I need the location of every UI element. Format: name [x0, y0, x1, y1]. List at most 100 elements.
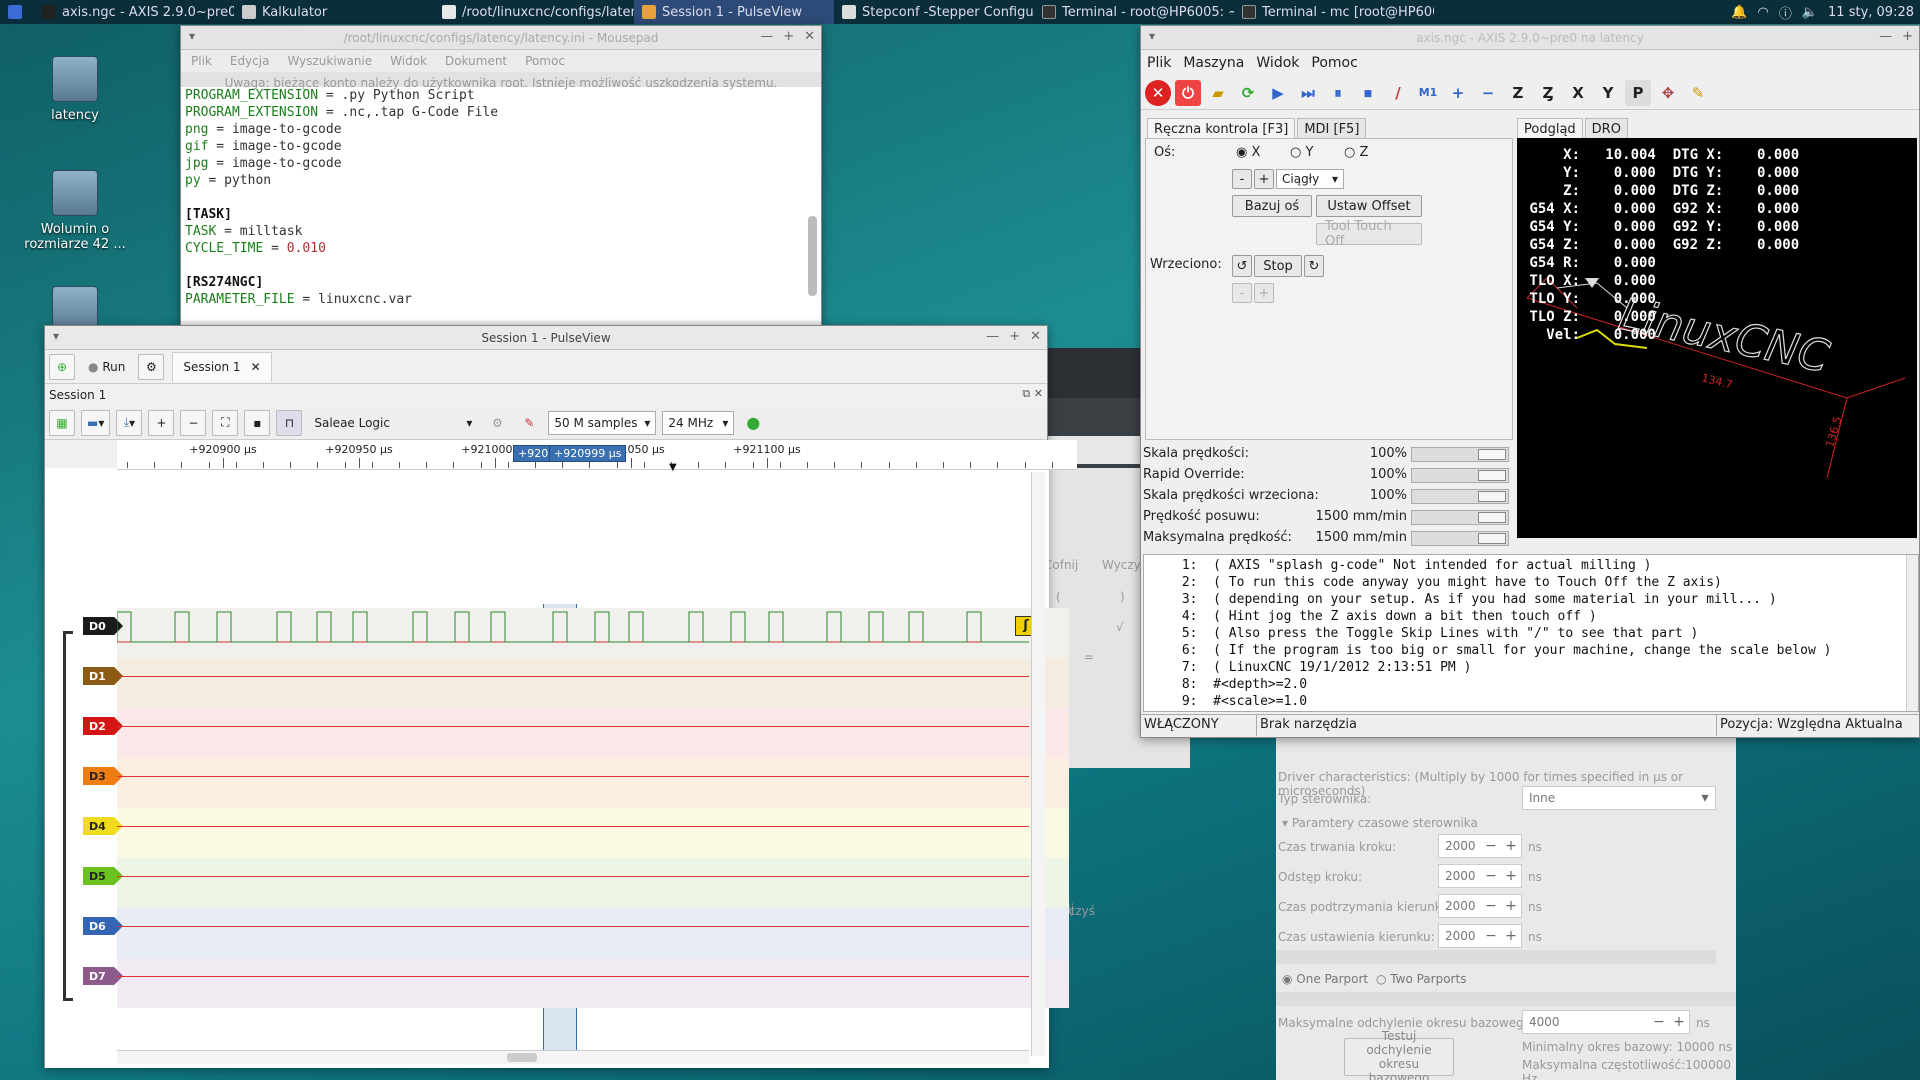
- wifi-icon[interactable]: ◠: [1757, 5, 1768, 20]
- taskbar-item-axis[interactable]: axis.ngc - AXIS 2.9.0~pre0 na...: [34, 0, 234, 24]
- volume-icon[interactable]: 🔈: [1802, 5, 1818, 20]
- test-jitter-button[interactable]: Testuj odchylenie okresu bazowego: [1344, 1029, 1454, 1080]
- taskbar-item-terminal1[interactable]: Terminal - root@HP6005: ~: [1034, 0, 1234, 24]
- spindle-faster-button[interactable]: +: [1254, 283, 1274, 303]
- taskbar-item-calculator[interactable]: Kalkulator: [234, 0, 434, 24]
- close-icon[interactable]: ✕: [804, 29, 815, 44]
- calc-button-close-paren[interactable]: ): [1120, 590, 1125, 604]
- menu-file[interactable]: Plik: [1147, 55, 1171, 71]
- stepper-buttons[interactable]: − +: [1649, 1011, 1689, 1033]
- pause-icon[interactable]: ⏸: [1325, 80, 1351, 106]
- window-menu-icon[interactable]: ▾: [53, 329, 59, 343]
- timing-header[interactable]: ▾ Paramtery czasowe sterownika: [1282, 816, 1478, 830]
- decoder-button[interactable]: ⬤: [740, 410, 766, 436]
- rotate-icon[interactable]: ✥: [1655, 80, 1681, 106]
- tab-mdi[interactable]: MDI [F5]: [1297, 118, 1367, 140]
- maximize-icon[interactable]: +: [783, 29, 794, 44]
- maximize-icon[interactable]: +: [1009, 329, 1020, 344]
- open-file-icon[interactable]: ▰: [1205, 80, 1231, 106]
- set-offset-button[interactable]: Ustaw Offset: [1316, 195, 1422, 217]
- horizontal-scrollbar[interactable]: [117, 1050, 1029, 1064]
- channel-row[interactable]: [117, 908, 1069, 958]
- channel-row[interactable]: [117, 958, 1069, 1008]
- override-slider[interactable]: [1411, 510, 1509, 525]
- probes-button[interactable]: ✎: [516, 410, 542, 436]
- new-session-button[interactable]: ⊕: [49, 353, 75, 380]
- minimize-icon[interactable]: —: [986, 329, 999, 344]
- window-menu-icon[interactable]: ▾: [1149, 29, 1155, 43]
- stepper-buttons[interactable]: − +: [1481, 835, 1521, 857]
- view-x-icon[interactable]: X: [1565, 80, 1591, 106]
- override-slider[interactable]: [1411, 489, 1509, 504]
- skip-lines-icon[interactable]: /: [1385, 80, 1411, 106]
- view-z2-icon[interactable]: Ȥ: [1535, 80, 1561, 106]
- stepper-buttons[interactable]: − +: [1481, 865, 1521, 887]
- channel-row[interactable]: [117, 658, 1069, 708]
- jog-plus-button[interactable]: +: [1254, 169, 1274, 189]
- channel-row[interactable]: [117, 808, 1069, 858]
- two-parports-radio[interactable]: ○ Two Parports: [1376, 972, 1466, 986]
- one-parport-radio[interactable]: ◉ One Parport: [1282, 972, 1368, 986]
- override-slider[interactable]: [1411, 468, 1509, 483]
- menu-view[interactable]: Widok: [390, 54, 427, 68]
- jog-mode-select[interactable]: Ciągły ▾: [1276, 169, 1344, 189]
- close-icon[interactable]: ✕: [1030, 329, 1041, 344]
- taskbar-item-terminal2[interactable]: Terminal - mc [root@HP6005...: [1234, 0, 1434, 24]
- override-slider[interactable]: [1411, 531, 1509, 546]
- maximize-icon[interactable]: +: [1902, 29, 1913, 44]
- clear-plot-icon[interactable]: ✎: [1685, 80, 1711, 106]
- tab-preview[interactable]: Podgląd: [1517, 118, 1583, 140]
- run-button[interactable]: ● Run: [83, 354, 130, 380]
- menu-machine[interactable]: Maszyna: [1183, 55, 1244, 71]
- view-y-icon[interactable]: Y: [1595, 80, 1621, 106]
- spindle-stop-button[interactable]: Stop: [1254, 255, 1302, 277]
- override-slider[interactable]: [1411, 447, 1509, 462]
- spindle-cw-button[interactable]: ↻: [1304, 255, 1324, 277]
- session-tab[interactable]: Session 1 ✕: [172, 351, 272, 382]
- stepper-buttons[interactable]: − +: [1481, 925, 1521, 947]
- cursor-toggle-button[interactable]: ⊓: [276, 409, 303, 436]
- view-z-icon[interactable]: Z: [1505, 80, 1531, 106]
- jitter-input[interactable]: 4000 − +: [1522, 1010, 1690, 1034]
- reload-icon[interactable]: ⟳: [1235, 80, 1261, 106]
- channel-row[interactable]: [117, 708, 1069, 758]
- menu-search[interactable]: Wyszukiwanie: [287, 54, 372, 68]
- calc-button-undo[interactable]: Cofnij: [1044, 558, 1078, 572]
- gcode-line[interactable]: 4: ( Hint jog the Z axis down a bit then…: [1174, 608, 1914, 625]
- gcode-listing[interactable]: 1: ( AXIS "splash g-code" Not intended f…: [1143, 554, 1919, 712]
- gcode-line[interactable]: 1: ( AXIS "splash g-code" Not intended f…: [1174, 557, 1914, 574]
- axis-titlebar[interactable]: ▾ axis.ngc - AXIS 2.9.0~pre0 na latency …: [1141, 26, 1919, 50]
- calc-button-sqrt[interactable]: √: [1116, 620, 1124, 634]
- gcode-scrollbar[interactable]: [1906, 555, 1918, 711]
- clock[interactable]: 11 sty, 09:28: [1828, 5, 1914, 20]
- step-space-input[interactable]: 2000 − +: [1438, 864, 1522, 888]
- new-view-button[interactable]: ▦: [49, 409, 75, 436]
- settings-button[interactable]: ⚙: [138, 353, 165, 380]
- run-icon[interactable]: ▶: [1265, 80, 1291, 106]
- driver-type-select[interactable]: Inne ▾: [1522, 786, 1716, 810]
- calc-button-equals[interactable]: =: [1084, 650, 1094, 664]
- step-icon[interactable]: ⏭: [1295, 80, 1321, 106]
- menu-view[interactable]: Widok: [1256, 55, 1299, 71]
- tab-dro[interactable]: DRO: [1584, 118, 1628, 140]
- info-icon[interactable]: ⓘ: [1779, 3, 1792, 22]
- menu-help[interactable]: Pomoc: [525, 54, 565, 68]
- vertical-scrollbar[interactable]: [1031, 472, 1045, 1056]
- gcode-line[interactable]: 7: ( LinuxCNC 19/1/2012 2:13:51 PM ): [1174, 659, 1914, 676]
- stop-icon[interactable]: ⏹: [1355, 80, 1381, 106]
- zoom-fit-button[interactable]: ⛶: [212, 409, 239, 436]
- gcode-line[interactable]: 5: ( Also press the Toggle Skip Lines wi…: [1174, 625, 1914, 642]
- preview-canvas[interactable]: LinuxCNC 134.7 136.5 X: 10.004 DTG X: 0.…: [1517, 138, 1917, 538]
- save-button[interactable]: ⤓ ▾: [116, 409, 143, 436]
- axis-radio-z[interactable]: ○ Z: [1344, 145, 1368, 160]
- open-button[interactable]: ▬ ▾: [81, 409, 111, 436]
- menu-document[interactable]: Dokument: [445, 54, 507, 68]
- stepper-buttons[interactable]: − +: [1481, 895, 1521, 917]
- axis-radio-y[interactable]: ○ Y: [1290, 145, 1313, 160]
- zoom-in-button[interactable]: +: [148, 409, 175, 436]
- desktop-icon-volume[interactable]: Wolumin o rozmiarze 42 ...: [20, 170, 130, 252]
- float-close-icons[interactable]: ⧉ ✕: [1022, 387, 1043, 401]
- power-icon[interactable]: ⏻: [1175, 79, 1201, 106]
- optional-stop-icon[interactable]: M1: [1415, 80, 1441, 106]
- time-ruler[interactable]: +920900 µs +920950 µs +921000 µs +921050 µs…: [117, 440, 1077, 473]
